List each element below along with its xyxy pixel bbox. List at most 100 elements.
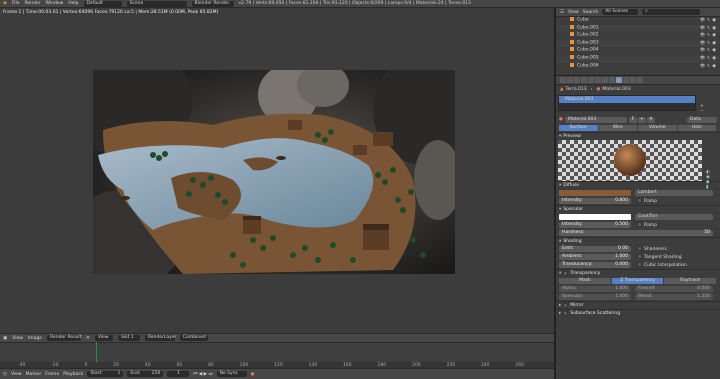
mode-z-transparency[interactable]: Z Transparency: [611, 278, 664, 284]
list-item[interactable]: Cube.005 👁 ↖ ◉: [556, 54, 720, 63]
ambient-field[interactable]: Ambient: 1.000: [559, 254, 631, 260]
playback-controls[interactable]: ⏮ ◀ ▶ ⏭: [193, 371, 212, 377]
physics-tab-icon[interactable]: [637, 77, 643, 83]
unlink-material-button[interactable]: ✕: [646, 116, 655, 123]
display-mode-selector[interactable]: All Scenes: [602, 9, 639, 15]
visibility-icon[interactable]: 👁 ↖ ◉: [700, 56, 716, 61]
menu-file[interactable]: File: [12, 1, 20, 6]
shadeless-toggle[interactable]: Shadeless: [637, 246, 667, 252]
material-users[interactable]: F: [628, 116, 637, 123]
diffuse-shader-selector[interactable]: Lambert: [635, 190, 713, 196]
checkbox[interactable]: [637, 222, 642, 227]
specular-shader-selector[interactable]: CookTorr: [635, 214, 713, 220]
fresnel-field[interactable]: Fresnel: 0.000: [635, 286, 713, 292]
menu-help[interactable]: Help: [68, 1, 78, 6]
mode-raytrace[interactable]: Raytrace: [664, 278, 717, 284]
transparency-panel-header[interactable]: ▾ Transparency: [556, 269, 720, 277]
keying-icon[interactable]: ●: [251, 372, 255, 377]
material-name-field[interactable]: Material.003: [564, 116, 627, 123]
checkbox[interactable]: [563, 271, 569, 276]
tangent-shading-toggle[interactable]: Tangent Shading: [637, 254, 682, 260]
menu-render[interactable]: Render: [24, 1, 40, 6]
list-item[interactable]: Cube.004 👁 ↖ ◉: [556, 47, 720, 55]
pin-icon[interactable]: ✕: [86, 336, 90, 341]
material-slot[interactable]: Material.003: [559, 96, 695, 103]
visibility-icon[interactable]: 👁 ↖ ◉: [700, 26, 716, 31]
hardness-field[interactable]: Hardness: 50: [559, 230, 713, 236]
visibility-icon[interactable]: 👁 ↖ ◉: [700, 48, 716, 53]
editor-type-icon[interactable]: ◷: [3, 372, 7, 377]
list-item[interactable]: Cube.001 👁 ↖ ◉: [556, 24, 720, 33]
diffuse-ramp-toggle[interactable]: Ramp: [637, 198, 657, 204]
list-item[interactable]: Cube.003 👁 ↖ ◉: [556, 39, 720, 48]
checkbox[interactable]: [637, 262, 642, 267]
tab-halo[interactable]: Halo: [677, 125, 716, 131]
scene-selector[interactable]: Scene: [126, 0, 187, 7]
specular-intensity-field[interactable]: Intensity: 0.500: [559, 222, 631, 228]
outliner-search-menu[interactable]: Search: [583, 10, 598, 15]
checkbox[interactable]: [637, 254, 642, 259]
visibility-icon[interactable]: 👁 ↖ ◉: [700, 18, 716, 23]
specular-color-swatch[interactable]: [559, 214, 631, 220]
object-tab-icon[interactable]: [588, 77, 594, 83]
tab-wire[interactable]: Wire: [598, 125, 637, 131]
slot-buttons[interactable]: + −: [700, 104, 708, 120]
search-input[interactable]: ⌕: [642, 9, 701, 15]
image-selector[interactable]: Render Result: [47, 335, 81, 341]
preview-type-icons[interactable]: ◐ ◉ ◆ ▮: [706, 170, 714, 190]
slot-selector[interactable]: Slot 1: [117, 335, 140, 341]
diffuse-intensity-field[interactable]: Intensity: 0.800: [559, 198, 631, 204]
visibility-icon[interactable]: 👁 ↖ ◉: [700, 64, 716, 69]
specular-alpha-field[interactable]: Specular: 1.000: [559, 294, 631, 300]
current-frame-field[interactable]: 1: [167, 371, 190, 377]
add-material-button[interactable]: +: [637, 116, 646, 123]
specular-panel-header[interactable]: ▾ Specular: [556, 205, 720, 213]
specular-ramp-toggle[interactable]: Ramp: [637, 222, 657, 228]
emit-field[interactable]: Emit: 0.00: [559, 246, 631, 252]
menu-frame[interactable]: Frame: [45, 372, 59, 377]
shading-panel-header[interactable]: ▾ Shading: [556, 237, 720, 245]
material-slot-list[interactable]: Material.003: [558, 95, 696, 111]
particles-tab-icon[interactable]: [630, 77, 636, 83]
editor-type-icon[interactable]: ▣: [3, 336, 7, 341]
material-tab-icon[interactable]: [616, 77, 622, 83]
alpha-field[interactable]: Alpha: 1.000: [559, 286, 631, 292]
modifiers-tab-icon[interactable]: [602, 77, 608, 83]
checkbox[interactable]: [637, 246, 642, 251]
layers-tab-icon[interactable]: [567, 77, 573, 83]
menu-view[interactable]: View: [12, 336, 23, 341]
list-item[interactable]: Cube 👁 ↖ ◉: [556, 17, 720, 25]
scene-tab-icon[interactable]: [574, 77, 580, 83]
checkbox[interactable]: [563, 311, 569, 316]
tab-volume[interactable]: Volume: [638, 125, 677, 131]
diffuse-color-swatch[interactable]: [559, 190, 631, 196]
menu-marker[interactable]: Marker: [26, 372, 42, 377]
outliner-view-menu[interactable]: View: [568, 10, 579, 15]
render-tab-icon[interactable]: [560, 77, 566, 83]
diffuse-panel-header[interactable]: ▾ Diffuse: [556, 181, 720, 189]
editor-type-icon[interactable]: ☰: [560, 10, 564, 15]
render-layer-selector[interactable]: RenderLayer: [144, 335, 176, 341]
mirror-panel-header[interactable]: ▸ Mirror: [556, 301, 720, 309]
start-frame-field[interactable]: Start: 1: [87, 371, 124, 377]
tab-surface[interactable]: Surface: [559, 125, 598, 131]
menu-view[interactable]: View: [11, 372, 22, 377]
menu-playback[interactable]: Playback: [63, 372, 83, 377]
preview-panel-header[interactable]: ▾ Preview: [556, 132, 720, 140]
sss-panel-header[interactable]: ▸ Subsurface Scattering: [556, 309, 720, 317]
render-engine-selector[interactable]: Blender Render: [191, 0, 234, 7]
constraints-tab-icon[interactable]: [595, 77, 601, 83]
sync-selector[interactable]: No Sync: [216, 371, 247, 377]
world-tab-icon[interactable]: [581, 77, 587, 83]
list-item[interactable]: Cube.002 👁 ↖ ◉: [556, 32, 720, 40]
end-frame-field[interactable]: End: 250: [127, 371, 164, 377]
blend-field[interactable]: Blend: 1.250: [635, 294, 713, 300]
screen-selector[interactable]: Default: [83, 0, 122, 7]
texture-tab-icon[interactable]: [623, 77, 629, 83]
list-item[interactable]: Cube.006 👁 ↖ ◉: [556, 62, 720, 71]
menu-window[interactable]: Window: [46, 1, 64, 6]
mode-mask[interactable]: Mask: [559, 278, 611, 284]
menu-image[interactable]: Image: [28, 336, 42, 341]
data-tab-icon[interactable]: [609, 77, 615, 83]
cubic-interpolation-toggle[interactable]: Cubic Interpolation: [637, 262, 687, 268]
